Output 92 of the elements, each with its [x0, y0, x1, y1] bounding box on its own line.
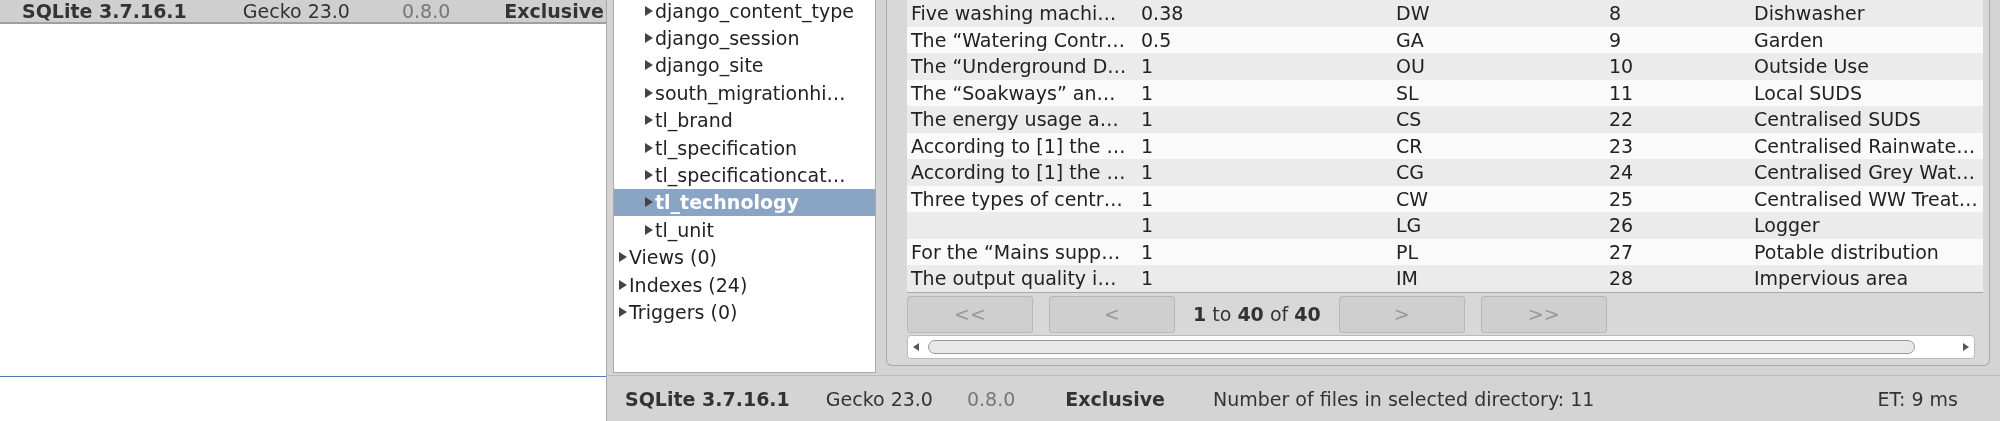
table-cell-text: 22 — [1608, 108, 1635, 131]
scroll-left-icon[interactable] — [912, 342, 920, 352]
table-cell-text: 9 — [1608, 28, 1623, 51]
expand-arrow-icon[interactable] — [644, 223, 654, 236]
table-cell-text: 0.38 — [1140, 2, 1185, 25]
expand-arrow-icon[interactable] — [644, 114, 654, 127]
expand-arrow-icon[interactable] — [618, 251, 628, 264]
table-cell-text: Dishwasher — [1753, 2, 1866, 25]
table-cell-text: 1 — [1140, 108, 1155, 131]
table-cell-text: LG — [1395, 214, 1423, 237]
table-cell-text: Garden — [1753, 28, 1825, 51]
expand-arrow-icon[interactable] — [644, 169, 654, 182]
table-cell-text: 1 — [1140, 134, 1155, 157]
table-cell-text: 1 — [1140, 81, 1155, 104]
table-cell-text: SL — [1395, 81, 1420, 104]
expand-arrow-icon[interactable] — [618, 306, 628, 318]
table-cell-text: DW — [1395, 2, 1431, 25]
expand-arrow-icon[interactable] — [644, 86, 654, 99]
table-cell-text: CG — [1395, 161, 1425, 184]
table-cell-text: 1 — [1140, 161, 1155, 184]
table-cell-text: The output quality i… — [910, 267, 1118, 290]
status-text: 0.8.0 — [966, 387, 1016, 410]
table-cell-text: 23 — [1608, 134, 1635, 157]
table-cell-text: 24 — [1608, 161, 1635, 184]
horizontal-scrollbar[interactable] — [907, 335, 1975, 359]
scroll-right-icon[interactable] — [1962, 342, 1970, 352]
tree-item[interactable]: tl_specificationcat… — [614, 161, 875, 189]
table-cell-text: CW — [1395, 187, 1430, 210]
scrollbar-thumb[interactable] — [928, 340, 1915, 354]
tree-item[interactable]: tl_unit — [614, 216, 875, 244]
table-cell-text: 1 — [1140, 267, 1155, 290]
table-cell-text: Outside Use — [1753, 55, 1870, 78]
table-cell-text: Five washing machi… — [910, 2, 1118, 25]
table-cell-text: 8 — [1608, 2, 1623, 25]
status-text: Exclusive — [504, 0, 604, 22]
table-cell-text: 1 — [1140, 187, 1155, 210]
table-cell-text: 11 — [1608, 81, 1635, 104]
status-text: Gecko 23.0 — [825, 387, 933, 410]
status-text: SQLite 3.7.16.1 — [625, 387, 790, 410]
table-cell-text: Centralised SUDS — [1753, 108, 1922, 131]
expand-arrow-icon[interactable] — [644, 4, 654, 17]
expand-arrow-icon[interactable] — [644, 59, 654, 72]
table-cell-text: 26 — [1608, 214, 1635, 237]
table-cell-text: OU — [1395, 55, 1426, 78]
table-cell-text: The “Watering Contr… — [910, 28, 1126, 51]
table-cell-text: Centralised Grey Wat… — [1753, 161, 1976, 184]
status-text: Exclusive — [1065, 387, 1165, 410]
page-range: 1 to 40 of 40 — [1192, 303, 1322, 325]
status-text: 0.8.0 — [401, 0, 451, 22]
table-cell-text: 1 — [1140, 55, 1155, 78]
table-cell-text: 28 — [1608, 267, 1635, 290]
tree-item[interactable]: tl_brand — [614, 106, 875, 134]
table-cell-text: Logger — [1753, 214, 1821, 237]
table-cell-text: PL — [1395, 240, 1420, 263]
table-cell-text: According to [1] the … — [910, 134, 1127, 157]
table-cell-text: The energy usage a… — [910, 108, 1120, 131]
table-cell-text: 10 — [1608, 55, 1635, 78]
expand-arrow-icon[interactable] — [644, 141, 654, 154]
tree-item[interactable]: django_session — [614, 24, 875, 52]
table-cell-text: 1 — [1140, 240, 1155, 263]
expand-arrow-icon[interactable] — [618, 278, 628, 291]
tree-item[interactable]: django_site — [614, 51, 875, 80]
table-cell-text: The “Soakways” an… — [910, 81, 1117, 104]
tree-item[interactable]: Views (0) — [614, 243, 875, 271]
table-cell-text: According to [1] the … — [910, 161, 1127, 184]
table-cell-text: Centralised WW Treat… — [1753, 187, 1979, 210]
expand-arrow-icon[interactable] — [644, 32, 654, 45]
table-cell-text: Centralised Rainwate… — [1753, 134, 1977, 157]
table-cell-text: Three types of centr… — [910, 187, 1124, 210]
table-cell-text: 25 — [1608, 187, 1635, 210]
status-text: SQLite 3.7.16.1 — [22, 0, 187, 22]
table-cell-text: Potable distribution — [1753, 240, 1940, 263]
tree-item[interactable]: tl_specification — [614, 133, 875, 162]
status-text: Number of files in selected directory: 11 — [1212, 387, 1595, 410]
tree-item[interactable]: django_content_type — [614, 0, 875, 25]
elapsed-time: ET: 9 ms — [1877, 387, 1958, 410]
status-text: Gecko 23.0 — [242, 0, 350, 22]
table-cell-text: Impervious area — [1753, 267, 1910, 290]
tree-item[interactable]: Indexes (24) — [614, 270, 875, 299]
table-cell-text: The “Underground D… — [910, 55, 1128, 78]
tree-item[interactable]: Triggers (0) — [614, 298, 875, 326]
tree-item[interactable]: south_migrationhi… — [614, 79, 875, 107]
table-cell-text: CS — [1395, 108, 1423, 131]
table-cell-text: GA — [1395, 28, 1425, 51]
table-cell-text: 27 — [1608, 240, 1635, 263]
table-cell-text: Local SUDS — [1753, 81, 1863, 104]
table-cell-text: CR — [1395, 134, 1424, 157]
table-cell-text: 0.5 — [1140, 28, 1173, 51]
expand-arrow-icon[interactable] — [644, 196, 654, 209]
table-cell-text: IM — [1395, 267, 1419, 290]
table-cell-text: For the “Mains supp… — [910, 240, 1122, 263]
table-cell-text: 1 — [1140, 214, 1155, 237]
